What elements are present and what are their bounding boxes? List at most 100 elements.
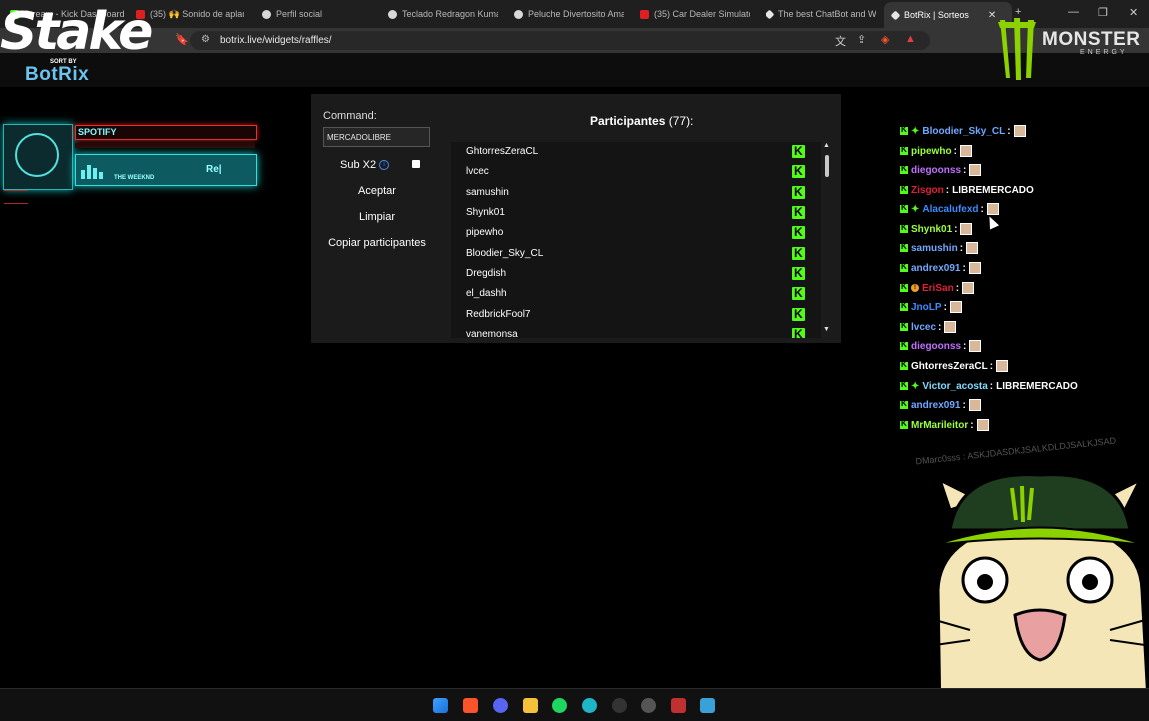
kick-icon [792,327,805,338]
discord-icon[interactable] [493,698,508,713]
bookmark-icon[interactable]: 🔖 [175,33,189,46]
participant-name: vanemonsa [466,329,518,338]
kick-badge-icon [900,399,908,409]
list-item: RedbrickFool7 [451,305,821,325]
chatbot-icon [766,9,775,19]
scroll-thumb[interactable] [825,155,829,177]
spotify-logo-icon [15,133,59,177]
participants-list[interactable]: GhtorresZeraCL lvcec samushin Shynk01 pi… [451,142,821,338]
chat-message: samushin: [900,240,979,256]
sub-x2-checkbox[interactable] [412,160,420,168]
emote-icon [976,419,989,431]
tab-car-dealer[interactable]: (35) Car Dealer Simulator [640,5,750,23]
url-text: botrix.live/widgets/raffles/ [220,35,332,46]
translate-icon[interactable]: 文 [835,33,846,49]
tab-perfil-social[interactable]: Perfil social [262,5,372,23]
tab-label: (35) Car Dealer Simulator [654,9,750,19]
chat-message: JnoLP: [900,299,962,315]
clear-button[interactable]: Limpiar [323,211,431,223]
list-item: Dregdish [451,264,821,284]
close-window-icon[interactable]: ✕ [1129,6,1138,19]
brave-icon[interactable] [463,698,478,713]
tab-label: BotRix | Sorteos [904,10,969,20]
chat-message: MrMarileitor: [900,417,989,433]
kick-badge-icon [900,419,908,429]
chat-separator: : [945,184,950,196]
tab-label: Teclado Redragon Kumar [402,9,498,19]
brave-shields-icon[interactable]: ◈ [881,33,889,46]
kick-icon [792,266,805,280]
site-settings-icon[interactable]: ⚙ [201,34,210,45]
windows-start-icon[interactable] [433,698,448,713]
chat-separator: : [963,164,967,176]
accept-button[interactable]: Aceptar [323,185,431,197]
address-toolbar: 🔖 ⚙ botrix.live/widgets/raffles/ 文 ⇪ ◈ ▲ [0,28,1149,53]
participant-name: Dregdish [466,268,507,279]
energy-wordmark: ENERGY [1080,49,1128,56]
tab-botrix-sorteos[interactable]: BotRix | Sorteos ✕ [884,2,1012,28]
tab-youtube-sonido[interactable]: (35) 🙌 Sonido de aplaus [136,5,244,23]
kick-badge-icon [900,301,908,311]
edge-icon[interactable] [582,698,597,713]
app3-icon[interactable] [700,698,715,713]
kick-badge-icon [900,380,908,390]
emote-icon [966,242,979,254]
tab-label: Peluche Divertosito Amar [528,9,624,19]
equalizer-icon [81,163,107,179]
kick-badge-icon [900,184,908,194]
list-item: GhtorresZeraCL [451,142,821,162]
participants-scrollbar[interactable]: ▲ ▼ [822,142,832,338]
tab-chatbot[interactable]: The best ChatBot and Wi [766,5,876,23]
file-explorer-icon[interactable] [523,698,538,713]
tab-peluche[interactable]: Peluche Divertosito Amar [514,5,624,23]
sub-badge-icon: ✦ [911,203,920,215]
monster-claw-icon [998,18,1036,80]
chat-username: JnoLP [911,301,942,313]
kick-icon [792,246,805,260]
app2-icon[interactable] [671,698,686,713]
scroll-down-icon[interactable]: ▼ [823,326,830,333]
spotify-icon[interactable] [552,698,567,713]
minimize-icon[interactable]: — [1068,6,1079,18]
command-label: Command: [323,110,377,122]
amazon-icon [388,9,397,19]
spotify-title: SPOTIFY [78,127,117,137]
windows-taskbar [0,688,1149,721]
app-icon[interactable] [612,698,627,713]
chat-separator: : [1007,125,1011,137]
obs-icon[interactable] [641,698,656,713]
botrix-logo: BotRix [25,64,90,85]
warning-badge-icon: ! [911,284,919,292]
tab-teclado[interactable]: Teclado Redragon Kumar [388,5,498,23]
tab-label: The best ChatBot and Wi [778,9,876,19]
brave-rewards-icon[interactable]: ▲ [905,33,916,45]
share-icon[interactable]: ⇪ [857,33,866,46]
close-tab-icon[interactable]: ✕ [988,10,996,21]
kick-badge-icon [900,340,908,350]
chat-message: diegoonss: [900,162,982,178]
kick-badge-icon [900,282,908,292]
command-input[interactable]: MERCADOLIBRE [323,127,430,147]
emote-icon [949,301,962,313]
chat-username: Shynk01 [911,223,953,235]
list-item: vanemonsa [451,325,821,338]
chat-separator: : [963,340,967,352]
chat-message: andrex091: [900,260,981,276]
chat-separator: : [943,301,947,313]
info-icon[interactable]: i [379,160,389,170]
chat-message: lvcec: [900,319,957,335]
kick-badge-icon [900,164,908,174]
sub-badge-icon: ✦ [911,380,920,392]
maximize-icon[interactable]: ❐ [1098,6,1108,19]
chat-username: MrMarileitor [911,419,969,431]
kick-badge-icon [900,145,908,155]
emote-icon [962,282,975,294]
participant-name: pipewho [466,227,504,238]
address-bar[interactable]: ⚙ botrix.live/widgets/raffles/ [190,31,930,50]
copy-participants-button[interactable]: Copiar participantes [323,237,431,249]
list-item: pipewho [451,223,821,243]
kick-badge-icon [900,360,908,370]
emote-icon [968,262,981,274]
chat-username: diegoonss [911,164,962,176]
scroll-up-icon[interactable]: ▲ [823,142,830,149]
